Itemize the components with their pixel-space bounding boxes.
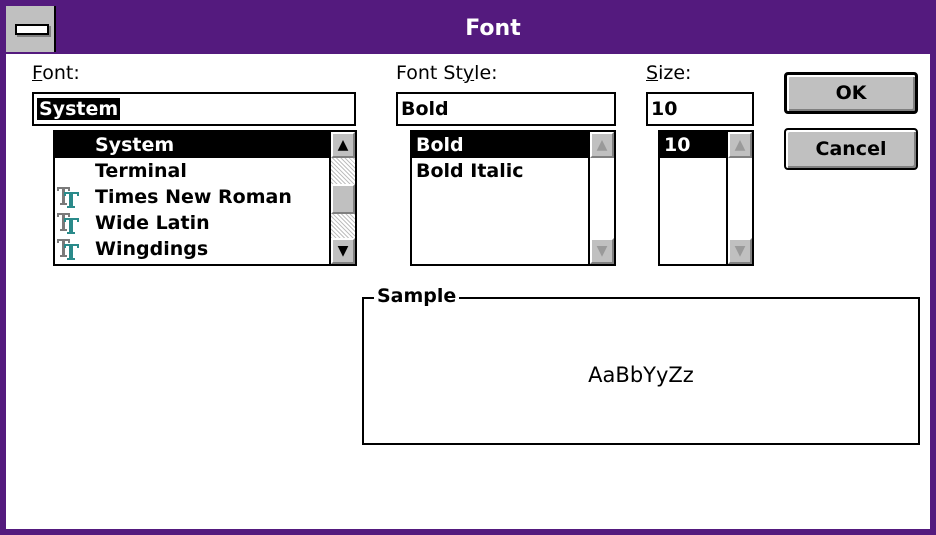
size-list-scrollbar[interactable]: ▲ ▼ [726, 132, 752, 264]
system-menu-button[interactable] [6, 6, 56, 52]
scroll-up-arrow-icon[interactable]: ▲ [728, 132, 752, 158]
scroll-down-arrow-icon[interactable]: ▼ [331, 238, 355, 264]
list-item-label: System [95, 134, 175, 156]
size-list[interactable]: 10 ▲ ▼ [658, 130, 754, 266]
window-title: Font [465, 16, 521, 41]
sample-group: Sample AaBbYyZz [362, 285, 920, 445]
list-item-label: Wide Latin [95, 212, 210, 234]
list-item[interactable]: Times New Roman [55, 184, 329, 210]
list-item[interactable]: Wide Latin [55, 210, 329, 236]
list-item[interactable]: Bold Italic [412, 158, 588, 184]
list-item[interactable]: Bold [412, 132, 588, 158]
cancel-button[interactable]: Cancel [784, 128, 918, 170]
truetype-icon [57, 187, 79, 208]
size-input-value: 10 [651, 98, 678, 120]
title-bar[interactable]: Font [6, 6, 930, 52]
font-style-input[interactable]: Bold [396, 92, 616, 126]
list-item-label: Wingdings [95, 238, 209, 260]
size-label: Size: [646, 62, 692, 84]
list-item[interactable]: System [55, 132, 329, 158]
font-label: Font: [32, 62, 80, 84]
dialog-body: Font: System System Terminal Times New Rom… [6, 54, 930, 529]
list-item-label: 10 [664, 134, 691, 156]
scroll-up-arrow-icon[interactable]: ▲ [590, 132, 614, 158]
sample-preview-text: AaBbYyZz [588, 363, 694, 387]
font-style-list[interactable]: Bold Bold Italic ▲ ▼ [410, 130, 616, 266]
font-list-scrollbar[interactable]: ▲ ▼ [329, 132, 355, 264]
ok-button[interactable]: OK [784, 72, 918, 114]
system-menu-icon [15, 24, 49, 35]
style-list-scrollbar[interactable]: ▲ ▼ [588, 132, 614, 264]
list-item[interactable]: 10 [660, 132, 726, 158]
list-item[interactable]: Terminal [55, 158, 329, 184]
scroll-down-arrow-icon[interactable]: ▼ [728, 238, 752, 264]
font-dialog-window: Font Font: System System Terminal Times Ne… [0, 0, 936, 535]
scroll-up-arrow-icon[interactable]: ▲ [331, 132, 355, 158]
scroll-down-arrow-icon[interactable]: ▼ [590, 238, 614, 264]
truetype-icon [57, 239, 79, 260]
list-item-label: Terminal [95, 160, 187, 182]
scrollbar-thumb[interactable] [331, 184, 355, 214]
list-item-label: Bold Italic [416, 160, 524, 182]
font-name-input[interactable]: System [32, 92, 356, 126]
font-name-list[interactable]: System Terminal Times New Roman Wide Latin W… [53, 130, 357, 266]
list-item-label: Bold [416, 134, 464, 156]
list-item-label: Times New Roman [95, 186, 292, 208]
scrollbar-track [590, 158, 614, 238]
sample-label: Sample [374, 285, 460, 307]
scrollbar-track[interactable] [331, 158, 355, 238]
font-style-input-value: Bold [401, 98, 449, 120]
font-style-label: Font Style: [396, 62, 498, 84]
size-input[interactable]: 10 [646, 92, 754, 126]
truetype-icon [57, 213, 79, 234]
scrollbar-track [728, 158, 752, 238]
list-item[interactable]: Wingdings [55, 236, 329, 262]
font-name-input-value: System [37, 98, 121, 120]
